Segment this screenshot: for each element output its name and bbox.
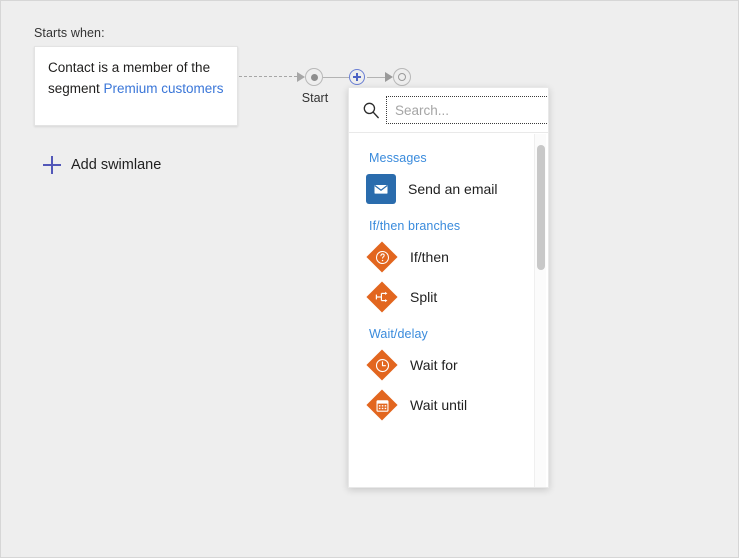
start-node-caption: Start (295, 91, 335, 105)
start-node-icon[interactable] (305, 68, 323, 86)
picker-item-wait-until[interactable]: Wait until (349, 385, 548, 425)
picker-item-split[interactable]: Split (349, 277, 548, 317)
search-input[interactable] (386, 96, 549, 124)
vertical-scrollbar-thumb[interactable] (537, 145, 545, 270)
vertical-scrollbar-track[interactable] (534, 134, 546, 488)
picker-item-label: Send an email (408, 181, 498, 197)
group-header-messages: Messages (369, 151, 548, 165)
picker-scroll-region: Messages Send an email If/then branches (349, 133, 548, 488)
arrow-head-icon (297, 72, 305, 82)
add-swimlane-button[interactable]: Add swimlane (43, 156, 161, 174)
picker-item-label: Split (410, 289, 437, 305)
plus-circle-icon[interactable] (349, 69, 365, 85)
add-swimlane-label: Add swimlane (71, 157, 161, 173)
picker-item-send-an-email[interactable]: Send an email (349, 169, 548, 209)
connector-segment-2 (367, 77, 387, 78)
question-circle-icon (366, 241, 398, 273)
calendar-icon (366, 389, 398, 421)
picker-item-label: Wait for (410, 357, 458, 373)
end-node-icon[interactable] (393, 68, 411, 86)
picker-item-if-then[interactable]: If/then (349, 237, 548, 277)
step-picker-panel: Messages Send an email If/then branches (348, 87, 549, 488)
connector-segment-1 (323, 77, 349, 78)
trigger-card[interactable]: Contact is a member of the segment Premi… (34, 46, 238, 126)
arrow-head-icon (385, 72, 393, 82)
search-icon (356, 95, 386, 125)
starts-when-label: Starts when: (34, 26, 105, 40)
end-node-ring (398, 73, 406, 81)
picker-item-label: If/then (410, 249, 449, 265)
envelope-icon (366, 174, 396, 204)
dashed-connector (239, 76, 297, 77)
diamond-glyph (366, 241, 398, 273)
diamond-glyph (366, 281, 398, 313)
picker-search-bar (349, 88, 548, 133)
trigger-card-text: Contact is a member of the segment Premi… (48, 57, 227, 99)
journey-designer-canvas: Starts when: Contact is a member of the … (0, 0, 739, 558)
segment-link[interactable]: Premium customers (104, 81, 224, 96)
group-header-wait-delay: Wait/delay (369, 327, 548, 341)
clock-icon (366, 349, 398, 381)
group-header-if-then-branches: If/then branches (369, 219, 548, 233)
plus-icon (43, 156, 61, 174)
start-node-dot (311, 74, 318, 81)
diamond-glyph (366, 349, 398, 381)
picker-item-wait-for[interactable]: Wait for (349, 345, 548, 385)
diamond-glyph (366, 389, 398, 421)
split-branch-icon (366, 281, 398, 313)
picker-item-label: Wait until (410, 397, 467, 413)
